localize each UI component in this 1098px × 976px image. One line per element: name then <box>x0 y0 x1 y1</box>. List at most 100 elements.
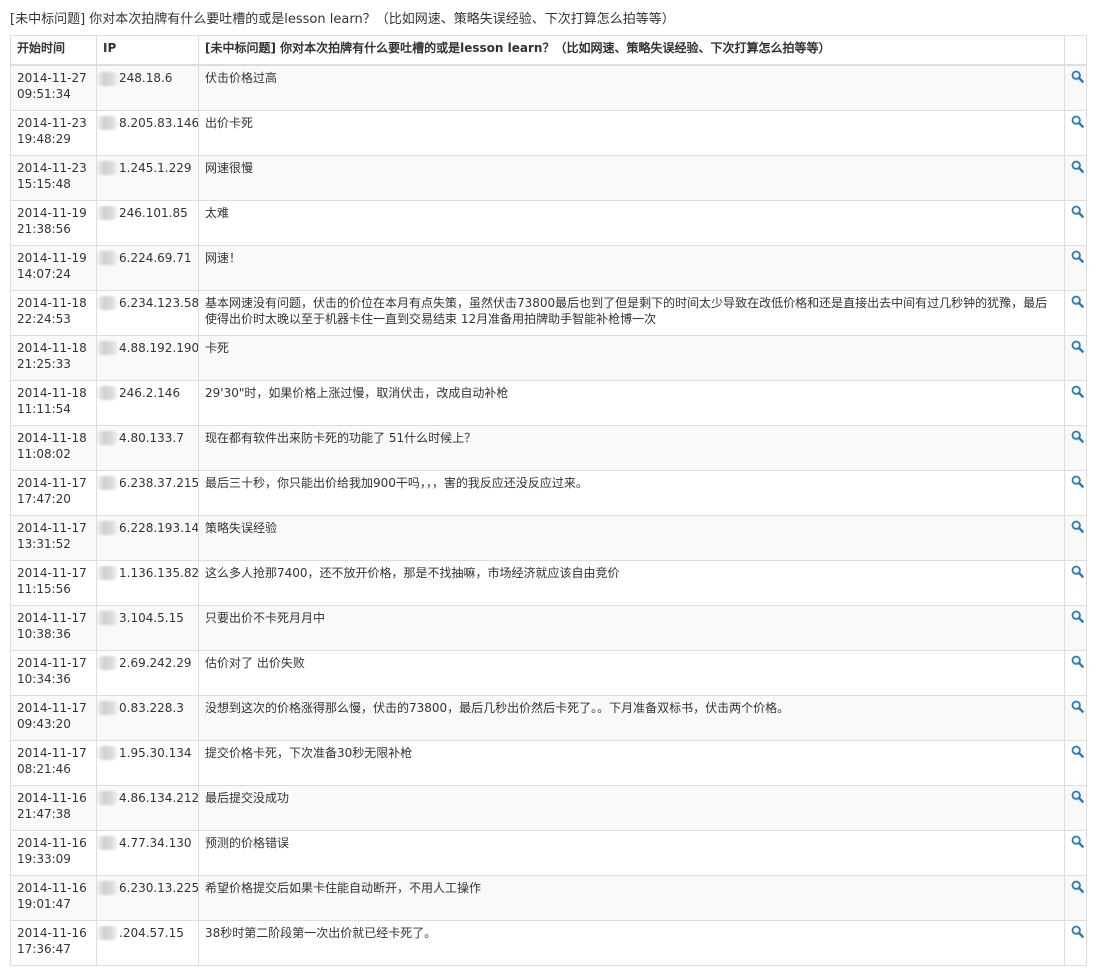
start-clock: 09:43:20 <box>17 716 71 731</box>
start-clock: 19:01:47 <box>17 896 71 911</box>
table-row: 2014-11-17 09:43:20 0.83.228.3 没想到这次的价格涨得那么… <box>10 694 1087 741</box>
cell-answer: 卡死 <box>198 334 1065 381</box>
search-icon[interactable] <box>1071 250 1085 264</box>
search-icon[interactable] <box>1071 70 1085 84</box>
ip-redaction-blur <box>97 746 119 760</box>
start-date: 2014-11-17 <box>17 475 87 490</box>
cell-answer: 预测的价格错误 <box>198 829 1065 876</box>
search-icon[interactable] <box>1071 700 1085 714</box>
ip-address: 6.228.193.149 <box>119 520 199 535</box>
cell-ip: 8.205.83.146 <box>96 109 199 156</box>
cell-ip: 1.95.30.134 <box>96 739 199 786</box>
column-header-time[interactable]: 开始时间 <box>10 35 97 66</box>
start-clock: 21:47:38 <box>17 806 71 821</box>
cell-start-time: 2014-11-18 11:08:02 <box>10 424 97 471</box>
start-clock: 08:21:46 <box>17 761 71 776</box>
start-clock: 21:25:33 <box>17 356 71 371</box>
cell-start-time: 2014-11-16 17:36:47 <box>10 919 97 966</box>
column-header-question[interactable]: [未中标问题] 你对本次拍牌有什么要吐槽的或是lesson learn？（比如网… <box>198 35 1065 66</box>
search-icon[interactable] <box>1071 385 1085 399</box>
cell-answer: 最后三十秒，你只能出价给我加900干吗，，，害的我反应还没反应过来。 <box>198 469 1065 516</box>
search-icon[interactable] <box>1071 115 1085 129</box>
cell-answer: 网速很慢 <box>198 154 1065 201</box>
ip-address: 4.77.34.130 <box>119 835 192 850</box>
cell-answer: 29'30"时，如果价格上涨过慢，取消伏击，改成自动补枪 <box>198 379 1065 426</box>
cell-ip: .204.57.15 <box>96 919 199 966</box>
start-date: 2014-11-16 <box>17 925 87 940</box>
cell-answer: 只要出价不卡死月月中 <box>198 604 1065 651</box>
cell-action <box>1064 604 1087 651</box>
start-date: 2014-11-18 <box>17 295 87 310</box>
cell-action <box>1064 694 1087 741</box>
responses-table: 开始时间 IP [未中标问题] 你对本次拍牌有什么要吐槽的或是lesson le… <box>10 35 1087 966</box>
start-date: 2014-11-18 <box>17 340 87 355</box>
table-row: 2014-11-17 08:21:46 1.95.30.134 提交价格卡死，下次准备… <box>10 739 1087 786</box>
table-row: 2014-11-18 22:24:53 6.234.123.58 基本网速没有问题，伏… <box>10 289 1087 336</box>
cell-start-time: 2014-11-16 21:47:38 <box>10 784 97 831</box>
start-date: 2014-11-17 <box>17 700 87 715</box>
cell-action <box>1064 514 1087 561</box>
start-date: 2014-11-16 <box>17 880 87 895</box>
ip-address: 6.234.123.58 <box>119 295 199 310</box>
ip-redaction-blur <box>97 926 119 940</box>
ip-redaction-blur <box>97 836 119 850</box>
start-date: 2014-11-18 <box>17 430 87 445</box>
start-clock: 21:38:56 <box>17 221 71 236</box>
cell-ip: 4.88.192.190 <box>96 334 199 381</box>
cell-action <box>1064 199 1087 246</box>
search-icon[interactable] <box>1071 565 1085 579</box>
ip-address: 1.136.135.82 <box>119 565 199 580</box>
cell-answer: 太难 <box>198 199 1065 246</box>
table-row: 2014-11-19 21:38:56 246.101.85 太难 <box>10 199 1087 246</box>
cell-start-time: 2014-11-17 10:34:36 <box>10 649 97 696</box>
column-header-ip[interactable]: IP <box>96 35 199 66</box>
search-icon[interactable] <box>1071 880 1085 894</box>
search-icon[interactable] <box>1071 610 1085 624</box>
ip-address: .204.57.15 <box>119 925 184 940</box>
cell-answer: 没想到这次的价格涨得那么慢，伏击的73800，最后几秒出价然后卡死了。。下月准备… <box>198 694 1065 741</box>
table-row: 2014-11-17 10:38:36 3.104.5.15 只要出价不卡死月月中 <box>10 604 1087 651</box>
cell-action <box>1064 784 1087 831</box>
search-icon[interactable] <box>1071 160 1085 174</box>
ip-redaction-blur <box>97 881 119 895</box>
ip-address: 6.230.13.225 <box>119 880 199 895</box>
ip-address: 2.69.242.29 <box>119 655 192 670</box>
ip-redaction-blur <box>97 566 119 580</box>
table-row: 2014-11-17 10:34:36 2.69.242.29 估价对了 出价失败 <box>10 649 1087 696</box>
cell-start-time: 2014-11-16 19:01:47 <box>10 874 97 921</box>
table-row: 2014-11-18 11:11:54 246.2.146 29'30"时，如果价格上… <box>10 379 1087 426</box>
ip-redaction-blur <box>97 656 119 670</box>
search-icon[interactable] <box>1071 835 1085 849</box>
search-icon[interactable] <box>1071 520 1085 534</box>
cell-ip: 246.101.85 <box>96 199 199 246</box>
start-date: 2014-11-16 <box>17 835 87 850</box>
ip-redaction-blur <box>97 296 119 310</box>
cell-action <box>1064 559 1087 606</box>
search-icon[interactable] <box>1071 340 1085 354</box>
search-icon[interactable] <box>1071 925 1085 939</box>
table-row: 2014-11-27 09:51:34 248.18.6 伏击价格过高 <box>10 64 1087 111</box>
search-icon[interactable] <box>1071 475 1085 489</box>
search-icon[interactable] <box>1071 295 1085 309</box>
cell-answer: 基本网速没有问题，伏击的价位在本月有点失策，虽然伏击73800最后也到了但是剩下… <box>198 289 1065 336</box>
table-row: 2014-11-16 19:33:09 4.77.34.130 预测的价格错误 <box>10 829 1087 876</box>
ip-redaction-blur <box>97 341 119 355</box>
cell-action <box>1064 829 1087 876</box>
ip-redaction-blur <box>97 476 119 490</box>
ip-address: 3.104.5.15 <box>119 610 184 625</box>
table-body: 2014-11-27 09:51:34 248.18.6 伏击价格过高 2014-11-… <box>10 64 1087 966</box>
cell-answer: 这么多人抢那7400，还不放开价格，那是不找抽嘛，市场经济就应该自由竞价 <box>198 559 1065 606</box>
ip-address: 248.18.6 <box>119 71 173 85</box>
table-header-row: 开始时间 IP [未中标问题] 你对本次拍牌有什么要吐槽的或是lesson le… <box>10 35 1087 66</box>
search-icon[interactable] <box>1071 790 1085 804</box>
cell-ip: 6.228.193.149 <box>96 514 199 561</box>
ip-address: 1.95.30.134 <box>119 745 192 760</box>
search-icon[interactable] <box>1071 430 1085 444</box>
cell-ip: 4.86.134.212 <box>96 784 199 831</box>
search-icon[interactable] <box>1071 745 1085 759</box>
search-icon[interactable] <box>1071 655 1085 669</box>
cell-answer: 希望价格提交后如果卡住能自动断开，不用人工操作 <box>198 874 1065 921</box>
ip-redaction-blur <box>97 206 119 220</box>
search-icon[interactable] <box>1071 205 1085 219</box>
start-date: 2014-11-19 <box>17 205 87 220</box>
